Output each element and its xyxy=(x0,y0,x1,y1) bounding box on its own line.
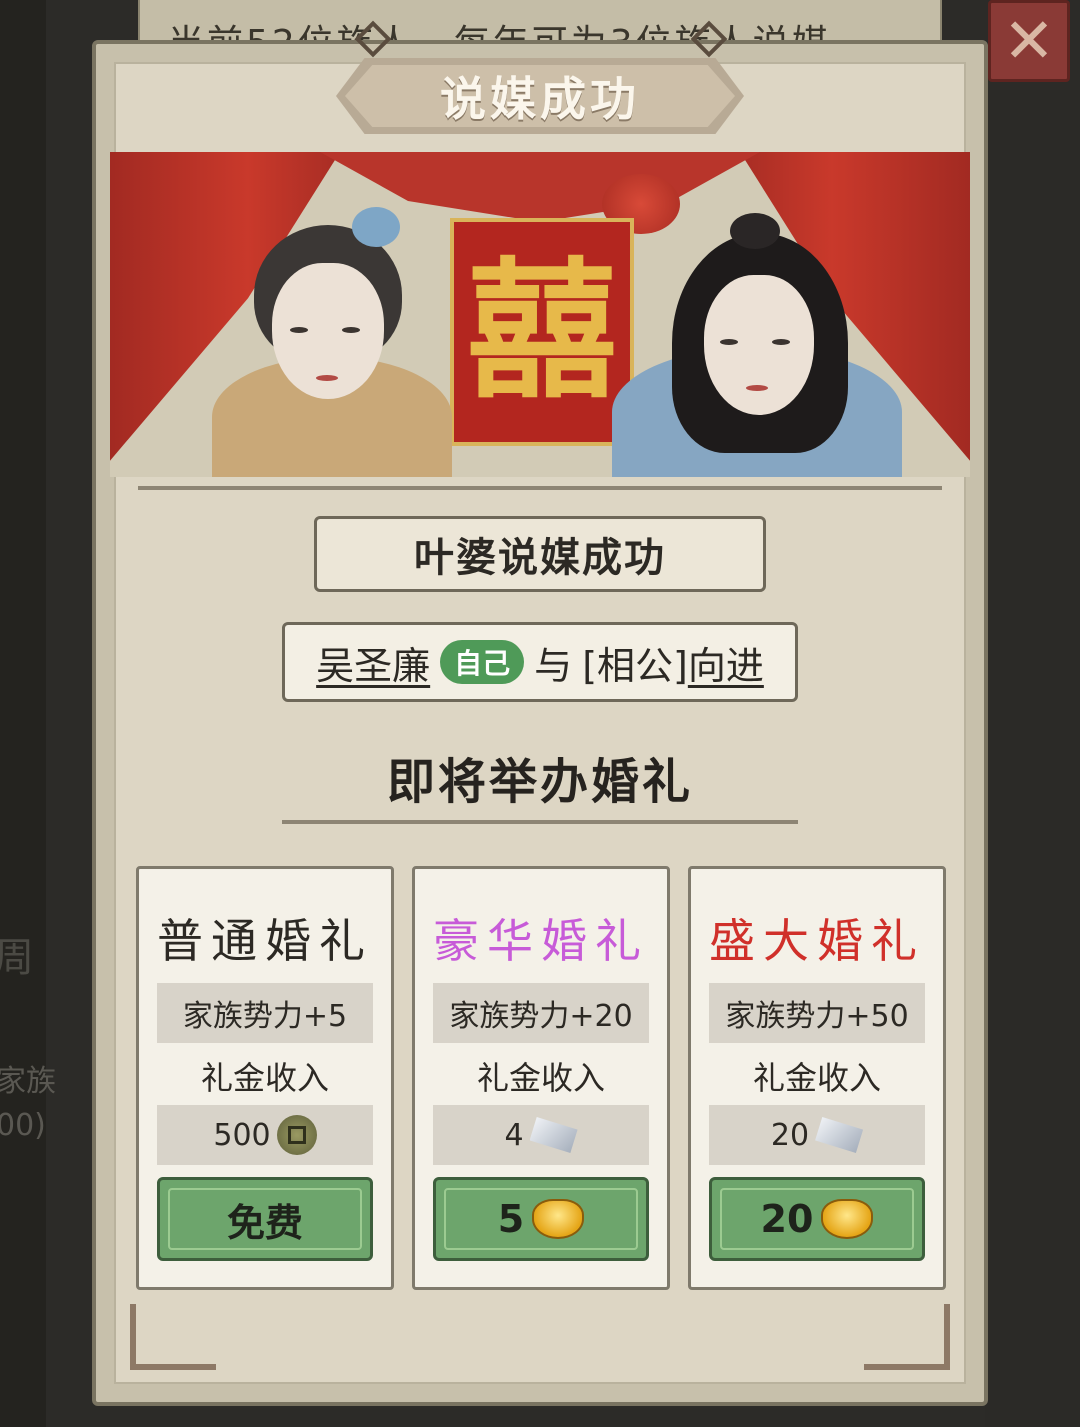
wedding-option-title: 普通婚礼 xyxy=(157,914,373,968)
couple-info: 吴圣廉 自己 与 [相公] 向进 xyxy=(282,622,798,702)
connector-text: 与 xyxy=(534,643,573,688)
gift-income-label: 礼金收入 xyxy=(200,1059,329,1097)
copper-coin-icon xyxy=(276,1115,317,1155)
family-power-bonus: 家族势力+50 xyxy=(709,983,925,1043)
spouse-name-link[interactable]: 向进 xyxy=(688,635,764,690)
person-name-link[interactable]: 吴圣廉 xyxy=(316,635,430,690)
gift-income-value: 4 xyxy=(433,1105,649,1165)
wedding-option-title: 豪华婚礼 xyxy=(433,914,649,968)
wedding-option-grand: 盛大婚礼 家族势力+50 礼金收入 20 20 xyxy=(688,866,946,1290)
grand-wedding-button[interactable]: 20 xyxy=(709,1177,925,1261)
divider xyxy=(138,486,942,490)
spouse-role: [相公] xyxy=(582,643,688,688)
wedding-option-luxury: 豪华婚礼 家族势力+20 礼金收入 4 5 xyxy=(412,866,670,1290)
matchmaker-success-label: 叶婆说媒成功 xyxy=(314,516,766,592)
groom-portrait xyxy=(612,177,902,477)
wedding-scene-illustration: 囍 xyxy=(110,152,970,477)
close-icon: ✕ xyxy=(1003,4,1055,77)
gift-income-label: 礼金收入 xyxy=(476,1059,605,1097)
gold-ingot-icon xyxy=(532,1199,585,1239)
gift-income-value: 500 xyxy=(157,1105,373,1165)
family-power-bonus: 家族势力+5 xyxy=(157,983,373,1043)
background-partial-text: 家族 00) xyxy=(0,1064,56,1143)
wedding-option-title: 盛大婚礼 xyxy=(709,914,925,968)
family-power-bonus: 家族势力+20 xyxy=(433,983,649,1043)
corner-ornament xyxy=(864,1304,950,1370)
silver-ingot-icon xyxy=(815,1117,864,1153)
dialog-title-plate: 说媒成功 xyxy=(336,58,744,134)
corner-ornament xyxy=(130,1304,216,1370)
gold-ingot-icon xyxy=(821,1199,874,1239)
wedding-option-ordinary: 普通婚礼 家族势力+5 礼金收入 500 免费 xyxy=(136,866,394,1290)
free-wedding-button[interactable]: 免费 xyxy=(157,1177,373,1261)
dialog-title: 说媒成功 xyxy=(440,72,640,126)
gift-income-label: 礼金收入 xyxy=(752,1059,881,1097)
background-partial-text: 周 xyxy=(0,935,34,981)
divider xyxy=(282,820,798,824)
matchmaker-portrait xyxy=(202,177,452,477)
background-left-panel xyxy=(0,0,46,1427)
luxury-wedding-button[interactable]: 5 xyxy=(433,1177,649,1261)
double-happiness-icon: 囍 xyxy=(450,218,634,446)
gift-income-value: 20 xyxy=(709,1105,925,1165)
silver-ingot-icon xyxy=(529,1117,578,1153)
self-badge: 自己 xyxy=(440,640,525,684)
wedding-subtitle: 即将举办婚礼 xyxy=(386,754,693,810)
close-button[interactable]: ✕ xyxy=(988,0,1070,82)
